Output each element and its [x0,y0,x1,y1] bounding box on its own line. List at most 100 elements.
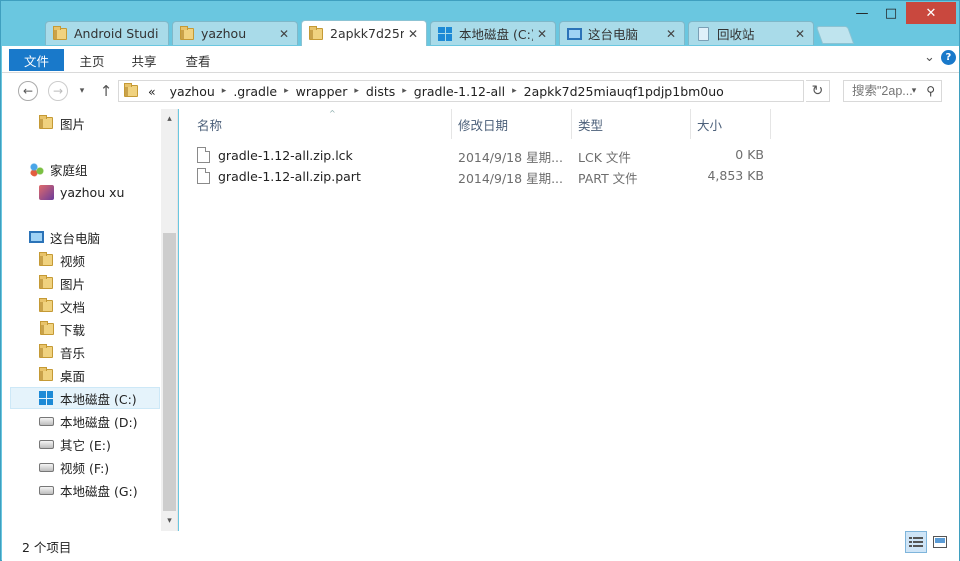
refresh-button[interactable]: ↻ [806,80,830,102]
breadcrumb-gradle-all[interactable]: gradle-1.12-all [407,84,512,99]
expand-ribbon-icon[interactable]: ⌄ [924,50,935,65]
column-header-size[interactable]: 大小 [691,109,771,139]
tab-android-studio[interactable]: Android Studi [45,21,169,45]
breadcrumb-yazhou[interactable]: yazhou [163,84,222,99]
navigation-bar: ← → ▾ ↑ « yazhou ▸ .gradle ▸ wrapper ▸ d… [2,73,959,109]
large-icons-view-button[interactable] [929,531,951,553]
nav-item-label: 图片 [60,116,86,132]
nav-item-user[interactable]: yazhou xu [2,181,160,203]
navigation-pane: 图片 家庭组 yazhou xu 这台电脑 视频 图片 文档 ↓ 下载 [2,109,178,531]
nav-item-drive-e[interactable]: 其它 (E:) [2,433,160,455]
column-header-label: 类型 [578,117,604,133]
nav-item-drive-c[interactable]: 本地磁盘 (C:) [10,387,160,409]
nav-item-label: 音乐 [60,345,86,361]
column-header-type[interactable]: 类型 [572,109,691,139]
ribbon-tab-file[interactable]: 文件 [9,49,64,71]
nav-item-drive-g[interactable]: 本地磁盘 (G:) [2,479,160,501]
tab-label: Android Studi [74,26,159,41]
scroll-down-icon[interactable]: ▾ [161,513,177,529]
videos-folder-icon [38,252,54,268]
pictures-folder-icon [38,115,54,131]
scrollbar-thumb[interactable] [163,233,176,511]
close-tab-icon[interactable]: ✕ [793,27,807,41]
tab-this-pc[interactable]: 这台电脑 ✕ [559,21,685,45]
nav-item-music[interactable]: 音乐 [2,341,160,363]
nav-item-label: 桌面 [60,368,86,384]
file-icon [197,168,210,184]
file-row[interactable]: gradle-1.12-all.zip.lck 2014/9/18 星期... … [197,144,777,165]
nav-item-homegroup[interactable]: 家庭组 [2,158,160,180]
file-name-text: gradle-1.12-all.zip.part [218,168,361,184]
nav-item-label: 下载 [60,322,86,338]
ribbon-tab-view[interactable]: 查看 [180,49,216,71]
close-tab-icon[interactable]: ✕ [535,27,549,41]
file-modified: 2014/9/18 星期... [458,150,563,165]
file-name: gradle-1.12-all.zip.part [197,168,361,184]
scroll-up-icon[interactable]: ▴ [161,111,177,127]
tab-local-disk-c[interactable]: 本地磁盘 (C:) ✕ [430,21,556,45]
nav-item-label: 视频 (F:) [60,460,110,476]
nav-scrollbar[interactable]: ▴ ▾ [161,109,177,531]
up-button[interactable]: ↑ [96,81,116,101]
downloads-folder-icon: ↓ [38,321,54,338]
drive-icon [38,482,54,498]
nav-item-drive-f[interactable]: 视频 (F:) [2,456,160,478]
search-input[interactable] [852,84,924,98]
nav-item-label: 其它 (E:) [60,437,111,453]
search-box[interactable]: ⚲ [843,80,942,102]
nav-item-drive-d[interactable]: 本地磁盘 (D:) [2,410,160,432]
maximize-button[interactable]: □ [877,2,905,24]
address-bar[interactable]: « yazhou ▸ .gradle ▸ wrapper ▸ dists ▸ g… [118,80,916,102]
explorer-window: Android Studi yazhou ✕ 2apkk7d25mi ✕ 本地磁… [0,0,960,561]
back-button[interactable]: ← [18,81,38,101]
tab-yazhou[interactable]: yazhou ✕ [172,21,298,45]
nav-item-label: 家庭组 [50,162,88,178]
nav-item-documents[interactable]: 文档 [2,295,160,317]
nav-item-pictures[interactable]: 图片 [2,112,160,134]
tab-label: 本地磁盘 (C:) [459,27,533,42]
minimize-button[interactable]: — [848,2,876,24]
nav-item-this-pc[interactable]: 这台电脑 [2,226,160,248]
tab-current-folder[interactable]: 2apkk7d25mi ✕ [301,20,427,46]
breadcrumb-dists[interactable]: dists [359,84,402,99]
tab-label: 2apkk7d25mi [330,26,404,41]
drive-icon [38,436,54,452]
forward-button[interactable]: → [48,81,68,101]
nav-item-videos[interactable]: 视频 [2,249,160,271]
nav-item-label: 本地磁盘 (C:) [60,391,137,407]
breadcrumb-current[interactable]: 2apkk7d25miauqf1pdjp1bm0uo [517,84,731,99]
nav-item-desktop[interactable]: 桌面 [2,364,160,386]
new-tab-button[interactable] [815,26,855,44]
nav-item-label: 本地磁盘 (D:) [60,414,138,430]
windows-drive-icon [437,26,453,41]
ribbon-tab-home[interactable]: 主页 [74,49,110,71]
tab-strip: Android Studi yazhou ✕ 2apkk7d25mi ✕ 本地磁… [1,1,960,46]
close-tab-icon[interactable]: ✕ [664,27,678,41]
breadcrumb-wrapper[interactable]: wrapper [289,84,355,99]
tab-label: yazhou [201,26,247,41]
help-icon[interactable]: ? [940,50,956,65]
breadcrumb-gradle[interactable]: .gradle [226,84,284,99]
recent-locations-icon[interactable]: ▾ [72,81,92,101]
close-tab-icon[interactable]: ✕ [277,27,291,41]
nav-item-label: 文档 [60,299,86,315]
nav-item-pictures-pc[interactable]: 图片 [2,272,160,294]
documents-folder-icon [38,298,54,314]
folder-icon [123,83,139,99]
ribbon-tab-share[interactable]: 共享 [126,49,162,71]
nav-item-label: yazhou xu [60,184,125,200]
column-header-modified[interactable]: 修改日期 [452,109,572,139]
nav-item-label: 这台电脑 [50,230,101,246]
nav-item-downloads[interactable]: ↓ 下载 [2,318,160,340]
search-icon[interactable]: ⚲ [926,84,935,98]
breadcrumb-overflow[interactable]: « [141,84,163,99]
sort-ascending-icon: ^ [329,109,336,118]
close-window-button[interactable]: ✕ [906,2,956,24]
tab-recycle-bin[interactable]: 回收站 ✕ [688,21,814,45]
details-view-button[interactable] [905,531,927,553]
file-row[interactable]: gradle-1.12-all.zip.part 2014/9/18 星期...… [197,165,777,186]
column-header-name[interactable]: 名称 ^ [191,109,452,139]
pictures-folder-icon [38,275,54,291]
close-tab-icon[interactable]: ✕ [406,27,420,41]
computer-icon [566,27,582,41]
